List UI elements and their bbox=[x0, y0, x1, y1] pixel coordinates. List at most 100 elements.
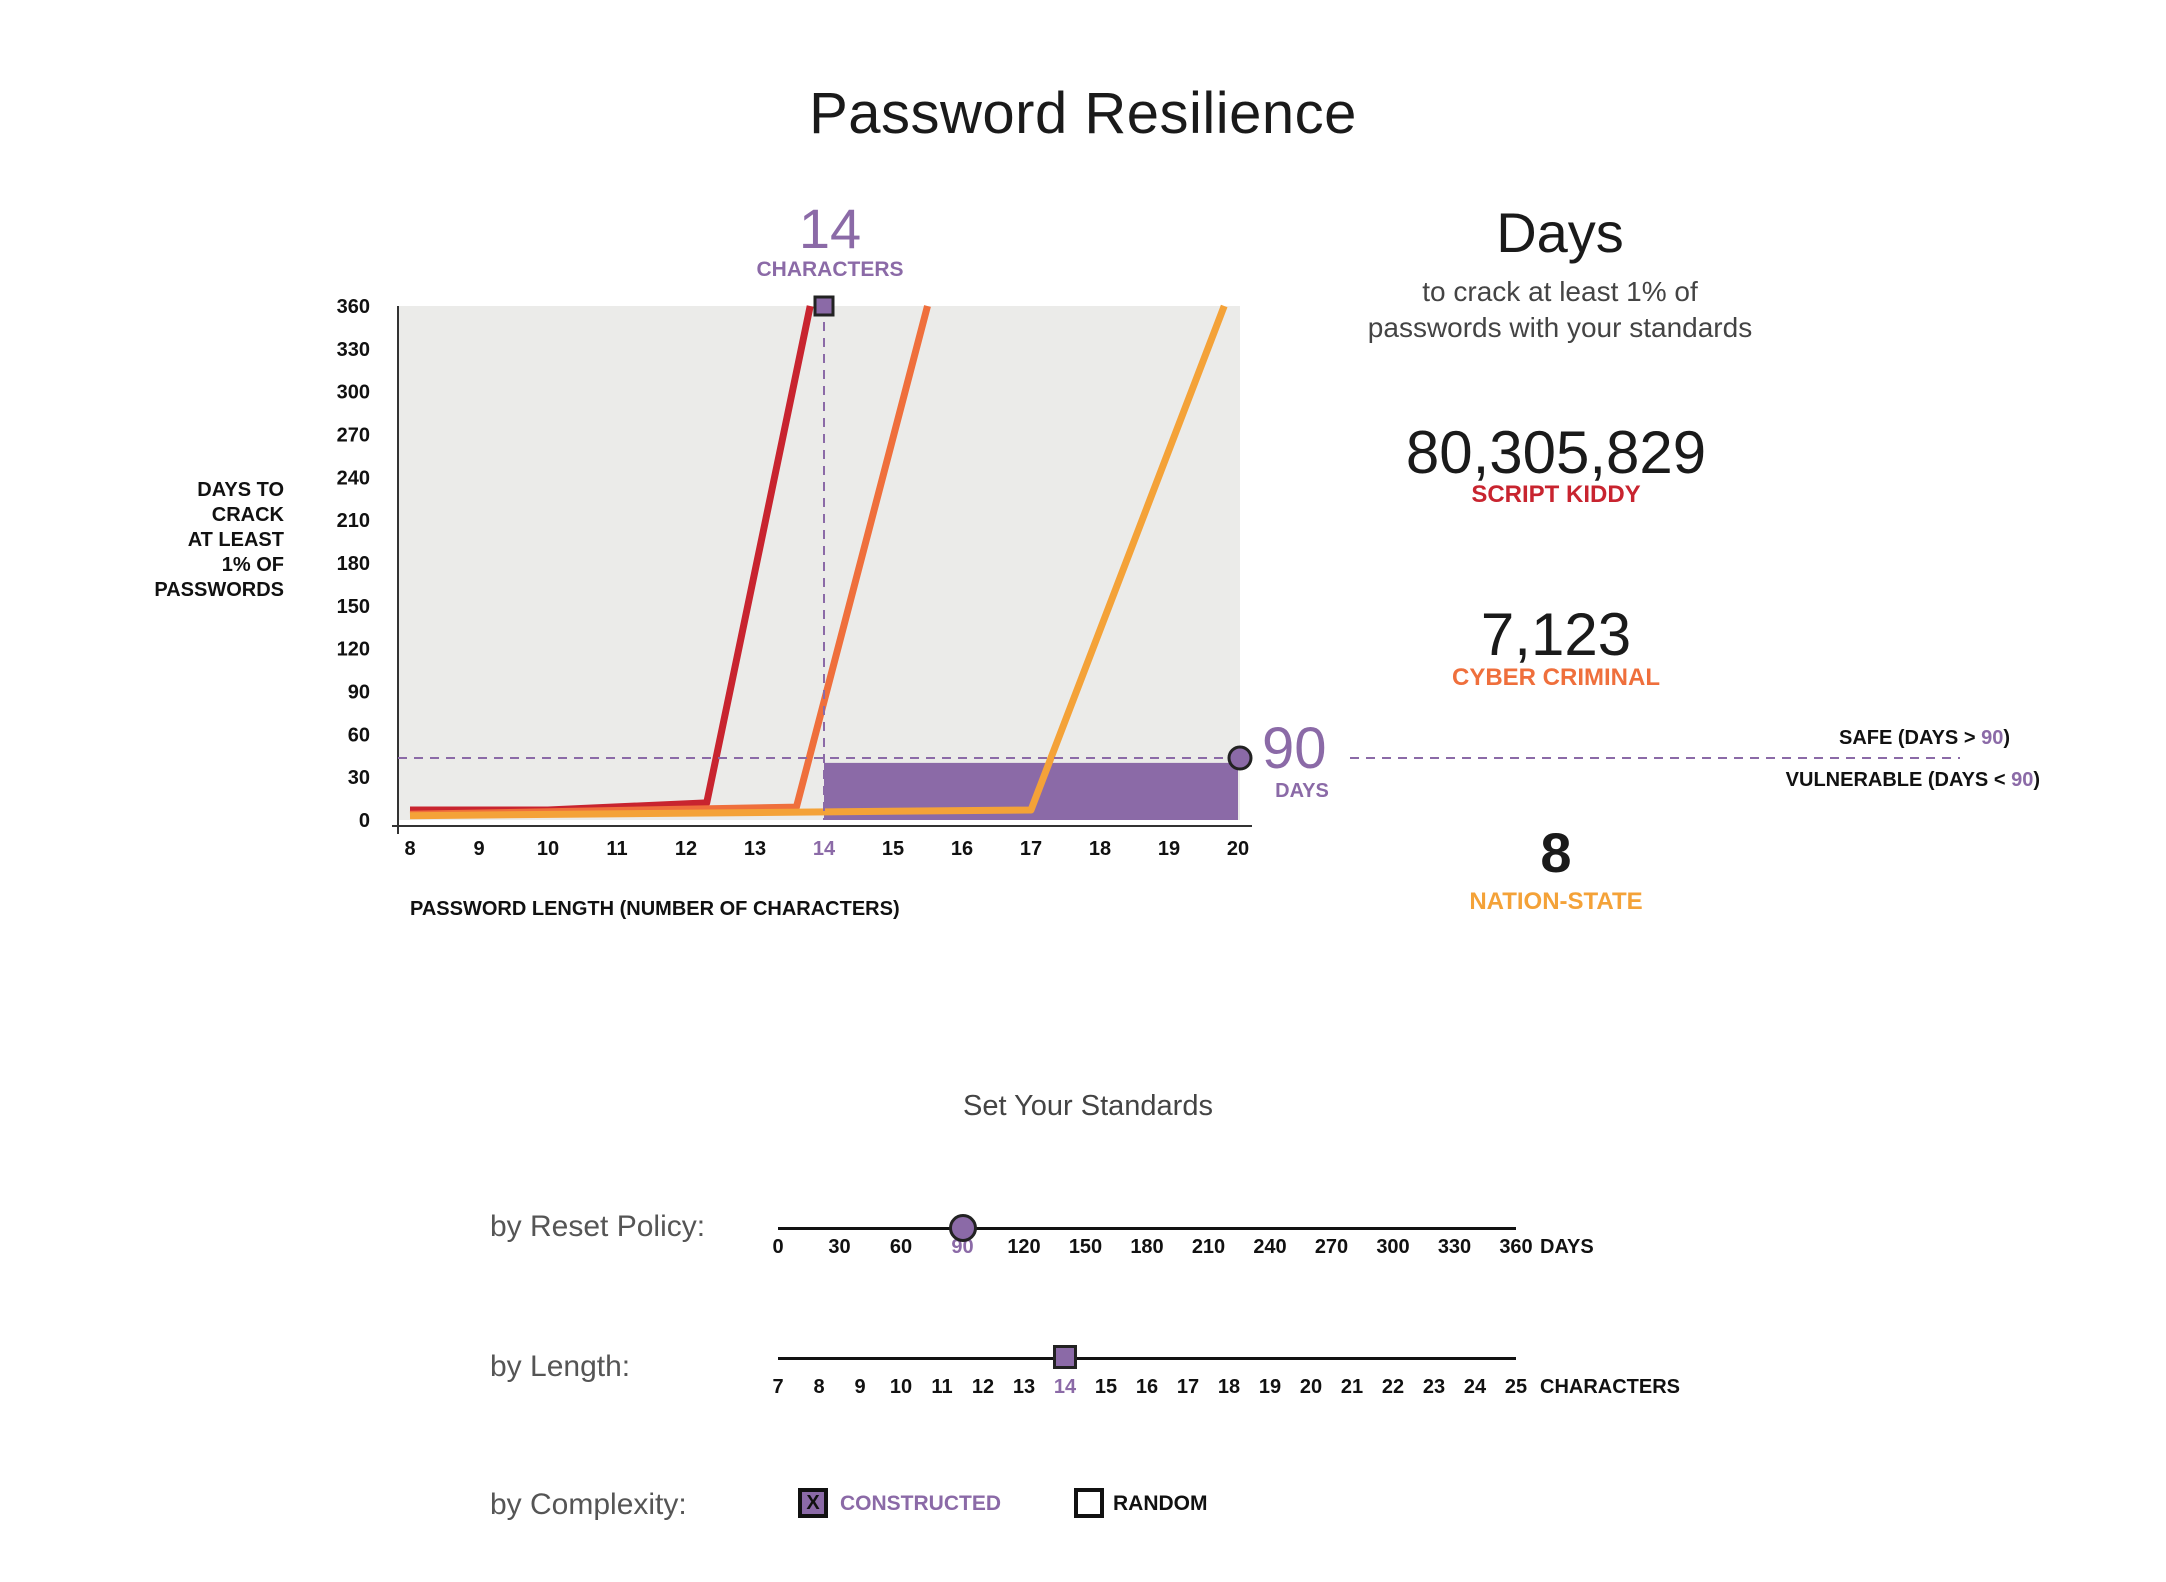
length-unit: CHARACTERS bbox=[1540, 1376, 1680, 1398]
safe-zone-value: 90 bbox=[1981, 727, 2004, 749]
x-tick-label: 19 bbox=[1158, 838, 1180, 860]
random-checkbox[interactable] bbox=[1074, 1488, 1104, 1518]
x-tick-label: 17 bbox=[1020, 838, 1042, 860]
safe-zone-label: SAFE (DAYS > 90) bbox=[1640, 727, 2010, 750]
slider-tick-label: 25 bbox=[1504, 1376, 1528, 1398]
slider-tick-label: 0 bbox=[772, 1236, 784, 1258]
vulnerable-zone-prefix: VULNERABLE (DAYS < bbox=[1785, 769, 2012, 791]
slider-tick-label: 150 bbox=[1068, 1236, 1103, 1258]
length-label: by Length: bbox=[490, 1350, 631, 1383]
reset-policy-unit: DAYS bbox=[1540, 1236, 1594, 1258]
x-tick-label: 13 bbox=[744, 838, 766, 860]
slider-tick-label: 120 bbox=[1007, 1236, 1041, 1258]
summary-heading: Days bbox=[1496, 201, 1624, 264]
x-tick-label: 16 bbox=[951, 838, 973, 860]
vulnerable-zone-suffix: ) bbox=[2033, 769, 2040, 791]
reset-policy-label: by Reset Policy: bbox=[490, 1210, 706, 1243]
slider-tick-label: 19 bbox=[1258, 1376, 1282, 1398]
plot-background bbox=[398, 306, 1240, 820]
x-tick-label: 20 bbox=[1227, 838, 1249, 860]
y-tick-label: 330 bbox=[337, 339, 370, 361]
y-tick-label: 180 bbox=[337, 553, 370, 575]
slider-tick-label: 18 bbox=[1217, 1376, 1241, 1398]
slider-tick-label: 8 bbox=[813, 1376, 825, 1398]
summary-subtitle-line: to crack at least 1% of bbox=[1422, 276, 1698, 307]
x-tick-label: 10 bbox=[537, 838, 559, 860]
slider-tick-label: 13 bbox=[1012, 1376, 1036, 1398]
y-tick-label: 0 bbox=[359, 810, 370, 832]
x-tick-label: 15 bbox=[882, 838, 904, 860]
slider-tick-label: 15 bbox=[1094, 1376, 1118, 1398]
slider-tick-label: 330 bbox=[1437, 1236, 1472, 1258]
x-tick-label: 14 bbox=[813, 838, 836, 860]
selected-length-label: CHARACTERS bbox=[756, 258, 904, 281]
slider-tick-label: 180 bbox=[1130, 1236, 1164, 1258]
y-tick-label: 270 bbox=[337, 425, 370, 447]
threshold-handle bbox=[1227, 745, 1253, 771]
x-tick-label: 8 bbox=[404, 838, 415, 860]
summary-subtitle-line: passwords with your standards bbox=[1367, 312, 1753, 343]
slider-tick-label: 300 bbox=[1376, 1236, 1410, 1258]
safe-zone-suffix: ) bbox=[2003, 727, 2010, 749]
selected-length-handle bbox=[813, 295, 835, 317]
standards-title: Set Your Standards bbox=[963, 1090, 1213, 1122]
vulnerable-zone-label: VULNERABLE (DAYS < 90) bbox=[1640, 769, 2040, 792]
script-kiddy-label: SCRIPT KIDDY bbox=[1471, 481, 1641, 508]
y-axis-title-line: CRACK bbox=[211, 504, 284, 526]
threshold-days-label: DAYS bbox=[1275, 780, 1329, 802]
slider-tick-label: 210 bbox=[1191, 1236, 1226, 1258]
x-tick-label: 9 bbox=[473, 838, 484, 860]
selected-length-value: 14 bbox=[798, 197, 862, 260]
x-tick-label: 12 bbox=[675, 838, 697, 860]
y-tick-label: 60 bbox=[348, 724, 370, 746]
y-axis-title-line: AT LEAST bbox=[187, 529, 284, 551]
y-tick-label: 90 bbox=[348, 682, 370, 704]
reset-policy-slider-track[interactable] bbox=[778, 1227, 1516, 1230]
y-axis-title: DAYS TO CRACK AT LEAST 1% OF PASSWORDS bbox=[100, 478, 284, 603]
length-slider-track[interactable] bbox=[778, 1357, 1516, 1360]
reset-policy-slider-handle[interactable] bbox=[948, 1214, 977, 1242]
safe-zone-prefix: SAFE (DAYS > bbox=[1838, 727, 1982, 749]
slider-tick-label: 9 bbox=[854, 1376, 866, 1398]
constructed-option-label[interactable]: CONSTRUCTED bbox=[840, 1492, 1001, 1516]
cyber-criminal-label: CYBER CRIMINAL bbox=[1452, 664, 1660, 691]
slider-tick-label: 12 bbox=[971, 1376, 995, 1398]
slider-tick-label: 23 bbox=[1422, 1376, 1446, 1398]
y-axis-title-line: DAYS TO bbox=[197, 479, 284, 501]
random-option-label[interactable]: RANDOM bbox=[1113, 1492, 1208, 1516]
slider-tick-label: 240 bbox=[1253, 1236, 1287, 1258]
slider-tick-label: 24 bbox=[1463, 1376, 1487, 1398]
y-tick-label: 360 bbox=[337, 296, 370, 318]
slider-tick-label: 20 bbox=[1299, 1376, 1323, 1398]
cyber-criminal-days: 7,123 bbox=[1480, 601, 1632, 668]
y-tick-label: 150 bbox=[337, 596, 370, 618]
y-tick-label: 210 bbox=[337, 510, 370, 532]
y-tick-label: 120 bbox=[337, 639, 370, 661]
slider-tick-label: 21 bbox=[1340, 1376, 1364, 1398]
x-tick-label: 18 bbox=[1089, 838, 1111, 860]
x-tick-label: 11 bbox=[606, 838, 627, 860]
summary-subtitle: to crack at least 1% of passwords with y… bbox=[1300, 274, 1820, 346]
slider-tick-label: 17 bbox=[1176, 1376, 1200, 1398]
constructed-checkbox[interactable]: X bbox=[798, 1488, 828, 1518]
slider-tick-label: 22 bbox=[1381, 1376, 1405, 1398]
script-kiddy-days: 80,305,829 bbox=[1405, 419, 1707, 486]
slider-tick-label: 270 bbox=[1314, 1236, 1349, 1258]
slider-tick-label: 10 bbox=[889, 1376, 913, 1398]
slider-tick-label: 7 bbox=[772, 1376, 784, 1398]
slider-tick-label: 360 bbox=[1499, 1236, 1533, 1258]
slider-tick-label: 60 bbox=[889, 1236, 913, 1258]
vulnerable-zone-value: 90 bbox=[2011, 769, 2034, 791]
y-tick-label: 300 bbox=[337, 382, 370, 404]
length-slider-handle[interactable] bbox=[1053, 1345, 1077, 1369]
slider-tick-label: 14 bbox=[1053, 1376, 1077, 1398]
y-tick-label: 240 bbox=[337, 467, 370, 489]
y-tick-label: 30 bbox=[348, 767, 370, 789]
nation-state-label: NATION-STATE bbox=[1469, 888, 1643, 915]
slider-tick-label: 16 bbox=[1135, 1376, 1159, 1398]
y-axis-title-line: PASSWORDS bbox=[154, 579, 284, 601]
nation-state-days: 8 bbox=[1540, 821, 1572, 884]
complexity-label: by Complexity: bbox=[490, 1488, 687, 1521]
slider-tick-label: 11 bbox=[931, 1376, 953, 1398]
x-axis-title: PASSWORD LENGTH (NUMBER OF CHARACTERS) bbox=[410, 898, 900, 920]
